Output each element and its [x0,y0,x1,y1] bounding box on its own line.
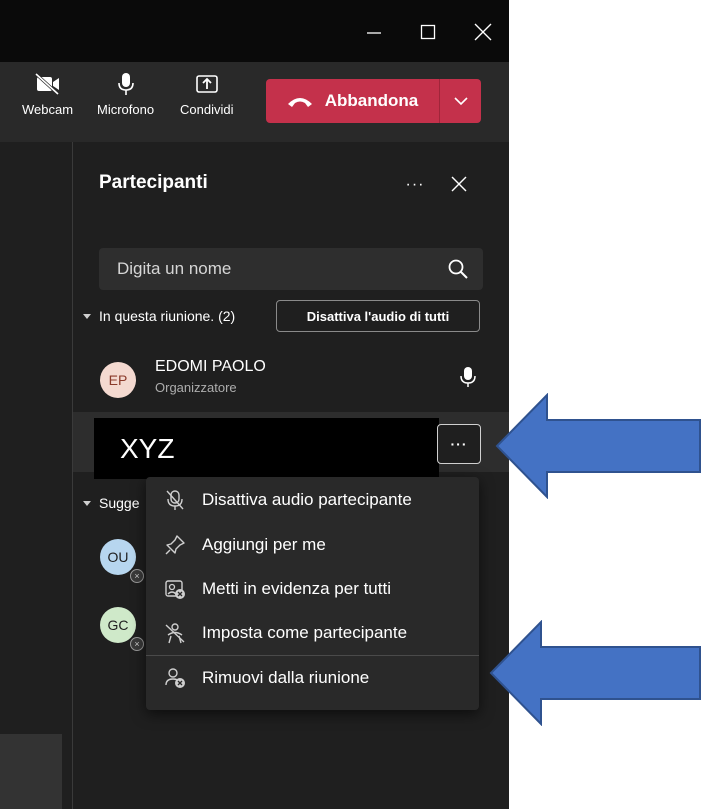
leave-options-button[interactable] [440,79,481,123]
remove-person-icon [165,668,185,688]
menu-item-label: Disattiva audio partecipante [202,490,412,509]
webcam-label: Webcam [22,102,74,117]
minimize-icon [367,32,381,34]
hang-up-icon [287,98,312,107]
share-label: Condividi [180,102,234,117]
camera-off-icon [34,72,59,96]
close-icon [451,176,467,192]
participant-context-menu: Disattiva audio partecipante Aggiungi pe… [146,477,479,710]
leave-button-group: Abbandona [266,79,481,123]
offline-badge-icon: × [130,569,144,583]
menu-item-pin[interactable]: Aggiungi per me [146,524,479,566]
mute-all-button[interactable]: Disattiva l'audio di tutti [276,300,480,332]
microphone-icon [460,367,476,387]
menu-divider [146,655,479,656]
menu-item-label: Imposta come partecipante [202,623,408,642]
maximize-button[interactable] [410,14,446,50]
meeting-stage [0,142,73,809]
share-screen-icon [195,75,218,93]
pin-icon [165,535,185,555]
section-in-meeting[interactable]: In questa riunione. (2) [83,308,235,324]
meeting-toolbar: Webcam Microfono Condividi Abbandona [0,62,509,142]
section-in-meeting-label: In questa riunione. (2) [99,308,236,324]
section-suggested-label: Sugge [99,495,140,511]
avatar[interactable]: OU [100,539,136,575]
title-bar [0,0,509,62]
minimize-button[interactable] [356,14,392,50]
section-suggested[interactable]: Sugge [83,495,139,511]
spotlight-icon [165,580,185,599]
participant-more-options-button[interactable]: ··· [437,424,481,464]
search-input[interactable] [99,248,447,290]
annotation-arrow-icon [489,620,701,726]
annotation-arrow-icon [495,393,701,499]
menu-item-label: Rimuovi dalla riunione [202,668,370,687]
participant-name: EDOMI PAOLO [155,358,266,375]
maximize-icon [420,24,436,40]
window-close-button[interactable] [465,14,501,50]
avatar[interactable]: GC [100,607,136,643]
caret-down-icon [83,313,91,319]
panel-close-button[interactable] [447,172,471,196]
webcam-button[interactable]: Webcam [22,72,73,117]
redacted-participant-name: XYZ [94,418,439,479]
leave-label: Abbandona [324,91,419,110]
menu-item-remove-from-meeting[interactable]: Rimuovi dalla riunione [146,657,479,699]
offline-badge-icon: × [130,637,144,651]
search-icon[interactable] [447,258,469,280]
chevron-down-icon [453,97,468,106]
menu-item-make-attendee[interactable]: Imposta come partecipante [146,612,479,654]
microphone-label: Microfono [97,102,155,117]
microphone-button[interactable]: Microfono [97,72,154,117]
share-button[interactable]: Condividi [180,72,233,117]
menu-item-spotlight[interactable]: Metti in evidenza per tutti [146,568,479,610]
close-icon [474,23,492,41]
mic-off-icon [166,490,184,510]
avatar: EP [100,362,136,398]
attendee-icon [165,623,185,644]
participant-role: Organizzatore [155,380,237,395]
caret-down-icon [83,500,91,506]
microphone-icon [117,73,134,95]
menu-item-mute-participant[interactable]: Disattiva audio partecipante [146,479,479,521]
search-box [99,248,483,290]
participant-row[interactable]: EP EDOMI PAOLO Organizzatore [73,350,509,406]
stage-tile [0,734,62,809]
panel-more-button[interactable]: ··· [401,174,429,196]
leave-button[interactable]: Abbandona [266,79,439,123]
panel-title: Partecipanti [99,172,208,193]
menu-item-label: Metti in evidenza per tutti [202,579,391,598]
menu-item-label: Aggiungi per me [202,535,326,554]
